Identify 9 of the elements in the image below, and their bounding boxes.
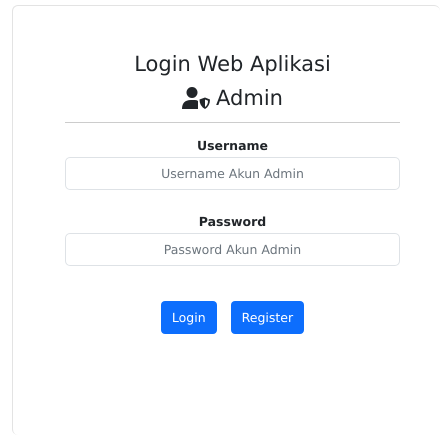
input-field[interactable]: Username Akun Admin [65,157,400,190]
field-label: Username [196,138,268,153]
user-shield-icon [182,87,210,109]
input-field[interactable]: Password Akun Admin [65,233,400,266]
page-title: Login Web Aplikasi [134,51,331,78]
page-subtitle: Admin [216,85,283,112]
login-button[interactable]: Login [160,301,217,334]
field-label: Password [198,214,266,229]
register-button[interactable]: Register [230,301,304,334]
